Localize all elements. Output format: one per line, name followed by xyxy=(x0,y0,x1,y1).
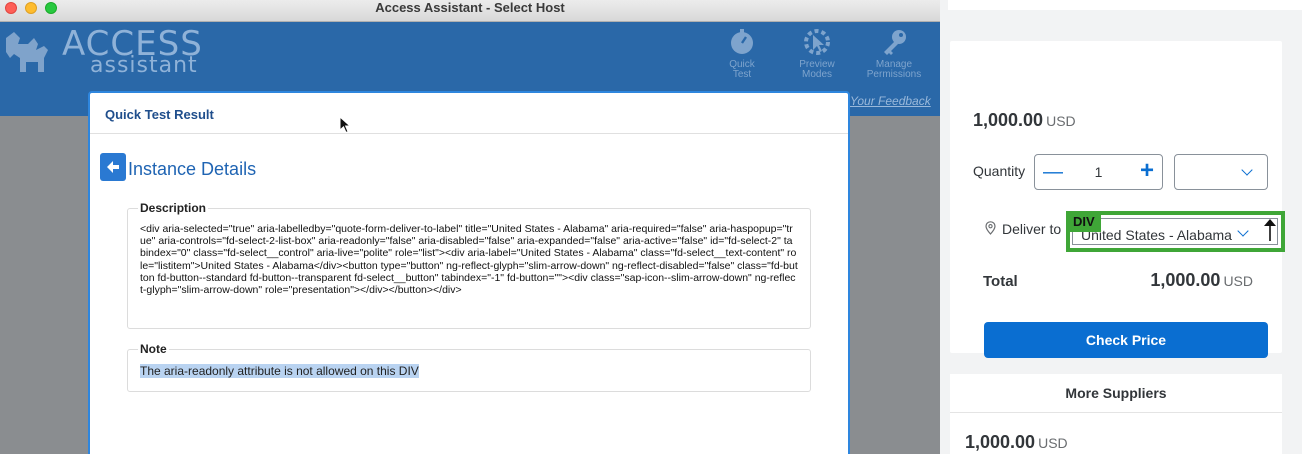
feedback-link[interactable]: Your Feedback xyxy=(850,94,931,108)
preview-modes-button[interactable]: Preview Modes xyxy=(794,28,840,80)
arrow-up-icon xyxy=(1264,219,1276,241)
supplier-price: 1,000.00 USD xyxy=(965,432,1068,453)
quantity-label: Quantity xyxy=(973,163,1026,179)
unit-price-value: 1,000.00 xyxy=(973,110,1044,130)
back-button[interactable] xyxy=(100,153,126,181)
price-card: 1,000.00 USD Quantity — 1 + Deliver to Un… xyxy=(950,41,1285,358)
note-fieldset: Note The aria-readonly attribute is not … xyxy=(127,342,811,392)
preview-modes-label-2: Modes xyxy=(801,69,832,80)
product-pane: 1,000.00 USD Quantity — 1 + Deliver to Un… xyxy=(940,0,1302,454)
total-price-currency: USD xyxy=(1223,273,1253,289)
total-price: 1,000.00 USD xyxy=(1150,270,1253,291)
element-type-tag: DIV xyxy=(1067,212,1101,232)
description-fieldset: Description <div aria-selected="true" ar… xyxy=(127,201,811,329)
manage-permissions-label-2: Permissions xyxy=(866,69,922,80)
quantity-stepper[interactable]: — 1 + xyxy=(1034,154,1163,190)
unit-price-currency: USD xyxy=(1046,113,1076,129)
top-strip xyxy=(948,0,1302,10)
deliver-to-label: Deliver to xyxy=(1002,221,1062,237)
dialog-title: Quick Test Result xyxy=(105,107,214,122)
note-text[interactable]: The aria-readonly attribute is not allow… xyxy=(140,364,419,378)
mouse-pointer-icon xyxy=(339,116,351,134)
dialog-divider xyxy=(90,133,848,134)
description-text: <div aria-selected="true" aria-labelledb… xyxy=(140,223,798,297)
dog-logo-icon xyxy=(6,32,48,72)
supplier-price-value: 1,000.00 xyxy=(965,432,1036,452)
total-label: Total xyxy=(983,273,1018,290)
total-price-value: 1,000.00 xyxy=(1150,270,1221,290)
deliver-to-select[interactable]: United States - Alabama xyxy=(1072,218,1278,245)
arrow-left-icon xyxy=(107,161,119,173)
quick-test-label-2: Test xyxy=(732,69,752,80)
stopwatch-icon xyxy=(731,29,753,54)
window-titlebar[interactable]: Access Assistant - Select Host xyxy=(0,0,940,22)
increment-button[interactable]: + xyxy=(1140,159,1154,183)
deliver-to-value: United States - Alabama xyxy=(1081,227,1232,243)
access-assistant-window: Access Assistant - Select Host ACCESS as… xyxy=(0,0,940,454)
instance-details-heading: Instance Details xyxy=(128,159,257,179)
deliver-to-highlight: United States - Alabama DIV xyxy=(1066,211,1285,252)
more-suppliers-title: More Suppliers xyxy=(950,374,1282,413)
description-legend: Description xyxy=(138,201,209,215)
location-pin-icon xyxy=(985,221,996,235)
note-legend: Note xyxy=(138,342,169,356)
logo-text-assistant: assistant xyxy=(90,53,198,78)
supplier-price-currency: USD xyxy=(1038,435,1068,451)
quick-test-button[interactable]: Quick Test xyxy=(722,28,762,80)
more-suppliers-card: More Suppliers 1,000.00 USD xyxy=(950,374,1282,454)
key-icon xyxy=(884,30,906,55)
quick-test-result-dialog: Quick Test Result Instance Details Descr… xyxy=(88,91,850,454)
unit-price: 1,000.00 USD xyxy=(973,110,1076,131)
check-price-button[interactable]: Check Price xyxy=(984,322,1268,358)
window-title: Access Assistant - Select Host xyxy=(375,0,565,15)
manage-permissions-button[interactable]: Manage Permissions xyxy=(862,28,926,80)
unit-select[interactable] xyxy=(1174,154,1268,190)
chevron-down-icon xyxy=(1241,164,1253,176)
cursor-gear-icon xyxy=(804,29,830,55)
